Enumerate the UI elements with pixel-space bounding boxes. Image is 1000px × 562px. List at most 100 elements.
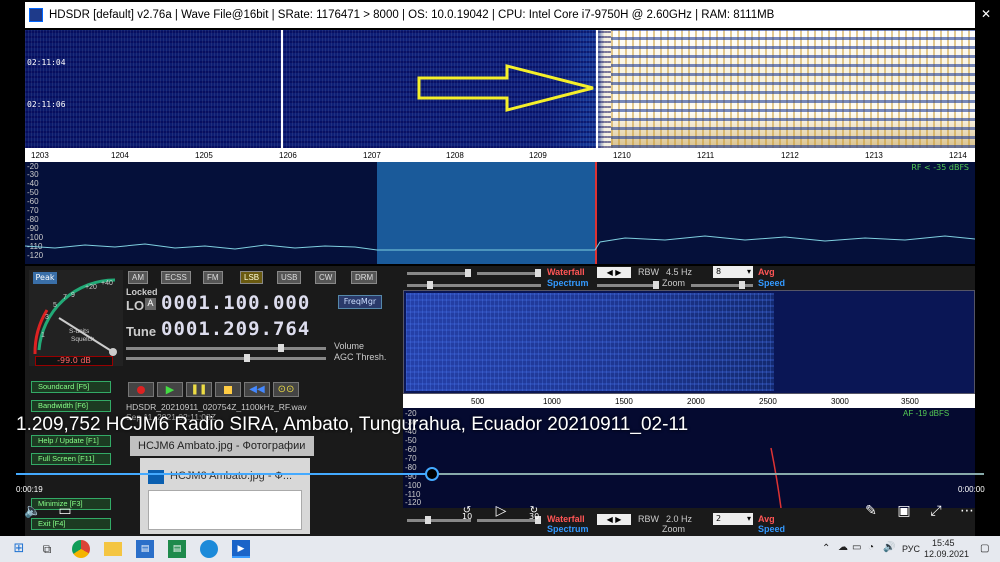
waterfall-marker xyxy=(281,30,283,148)
scale-label: 1208 xyxy=(446,151,464,160)
loop-button[interactable]: ⊙⊙ xyxy=(273,382,299,397)
af-frequency-scale[interactable]: 500 1000 1500 2000 2500 3000 3500 xyxy=(403,394,975,408)
af2-arrow-buttons[interactable]: ◀ ▶ xyxy=(597,514,631,525)
rewind-button[interactable]: ◀◀ xyxy=(244,382,270,397)
more-options-icon[interactable]: ⋯ xyxy=(956,502,978,520)
minimize-button[interactable]: — xyxy=(900,2,928,26)
notifications-icon[interactable]: ▢ xyxy=(980,543,989,554)
edit-pencil-icon[interactable]: ✎ xyxy=(860,502,882,520)
rewind-icon: ◀◀ xyxy=(249,384,265,395)
spreadsheet-icon[interactable]: ▤ xyxy=(168,540,186,558)
fullscreen-expand-icon[interactable]: ⤢ xyxy=(925,502,947,520)
speaker-icon[interactable]: 🔊 xyxy=(883,542,895,553)
tune-frequency[interactable]: 0001.209.764 xyxy=(161,318,310,340)
mode-drm-button[interactable]: DRM xyxy=(351,271,378,284)
af-slider[interactable] xyxy=(691,281,753,289)
taskbar-time[interactable]: 15:45 xyxy=(932,538,955,548)
mode-fm-button[interactable]: FM xyxy=(203,271,223,284)
windows-taskbar: ⊞ ⧉ ▤ ▤ ▶ ⌃ ☁ ▭ ◔ 🔊 РУС 15:45 12.09.2021… xyxy=(0,536,1000,562)
scale-label: 1214 xyxy=(949,151,967,160)
photos-preview-thumbnail xyxy=(148,490,302,530)
network-icon[interactable]: ◔ xyxy=(868,542,874,553)
pause-icon: ❚❚ xyxy=(190,384,208,395)
frequency-scale[interactable]: 1203 1204 1205 1206 1207 1208 1209 1210 … xyxy=(25,148,975,162)
af-waterfall[interactable] xyxy=(403,290,975,394)
pause-button[interactable]: ❚❚ xyxy=(186,382,212,397)
af-slider[interactable] xyxy=(407,269,471,277)
photos-preview-title: HCJM6 Ambato.jpg - Ф... xyxy=(170,470,293,482)
volume-label: Volume xyxy=(334,341,365,351)
af-avg-dropdown-value: 8 xyxy=(716,267,722,276)
fullscreen-button[interactable]: Full Screen [F11] xyxy=(31,453,111,465)
close-button[interactable]: ✕ xyxy=(972,2,1000,26)
s-scale-label: +40 xyxy=(101,280,113,287)
window-titlebar: HDSDR [default] v2.76a | Wave File@16bit… xyxy=(25,2,975,28)
mini-view-icon[interactable]: ▣ xyxy=(893,502,915,520)
af2-avg-label: Avg xyxy=(758,514,775,524)
s-scale-label: 5 xyxy=(53,302,57,309)
help-update-button[interactable]: Help / Update [F1] xyxy=(31,435,111,447)
stop-icon xyxy=(224,386,232,394)
af-scale-label: 3500 xyxy=(901,397,919,406)
tray-chevron-up-icon[interactable]: ⌃ xyxy=(822,543,830,554)
af-rbw-value: 4.5 Hz xyxy=(666,267,693,277)
hdsdr-app-icon xyxy=(29,8,43,22)
video-elapsed-time: 0:00:19 xyxy=(16,485,43,494)
s-scale-label: 1 xyxy=(41,332,45,339)
af-scale-label: 500 xyxy=(471,397,485,406)
af-signal xyxy=(406,293,774,391)
tune-label: Tune xyxy=(126,324,157,339)
volume-slider[interactable] xyxy=(126,344,326,352)
af-waterfall-label: Waterfall xyxy=(547,267,585,277)
mode-lsb-button[interactable]: LSB xyxy=(240,271,264,284)
edge-icon[interactable] xyxy=(200,540,218,558)
file-explorer-icon[interactable] xyxy=(104,542,122,556)
record-button[interactable] xyxy=(128,382,154,397)
af-zoom-label: Zoom xyxy=(662,278,686,288)
movies-tv-icon[interactable]: ▶ xyxy=(232,540,250,558)
af2-avg-dropdown[interactable]: 2 ▾ xyxy=(713,513,753,525)
af-slider[interactable] xyxy=(407,281,541,289)
freqmgr-button[interactable]: FreqMgr xyxy=(338,295,382,309)
maximize-button[interactable]: ☐ xyxy=(942,2,970,26)
photos-window-preview[interactable]: HCJM6 Ambato.jpg - Ф... xyxy=(140,458,310,534)
battery-icon[interactable]: ▭ xyxy=(852,542,861,553)
stop-button[interactable] xyxy=(215,382,241,397)
scale-label: 1211 xyxy=(697,151,715,160)
chrome-icon[interactable] xyxy=(72,540,90,558)
skip-forward-button[interactable]: ↻ 30 xyxy=(523,502,545,521)
taskbar-date[interactable]: 12.09.2021 xyxy=(924,549,969,559)
bandwidth-button[interactable]: Bandwidth [F6] xyxy=(31,400,111,412)
play-button[interactable]: ▶ xyxy=(157,382,183,397)
photos-window-tab[interactable]: HCJM6 Ambato.jpg - Фотографии xyxy=(130,436,314,456)
af-avg-dropdown[interactable]: 8 ▾ xyxy=(713,266,753,278)
language-indicator[interactable]: РУС xyxy=(902,544,920,554)
mode-ecss-button[interactable]: ECSS xyxy=(161,271,191,284)
af-slider[interactable] xyxy=(597,281,659,289)
lo-a-button[interactable]: A xyxy=(145,298,156,310)
mode-cw-button[interactable]: CW xyxy=(315,271,337,284)
captions-icon[interactable]: ▭ xyxy=(54,502,76,520)
word-doc-icon[interactable]: ▤ xyxy=(136,540,154,558)
skip-forward-seconds: 30 xyxy=(529,512,540,521)
rf-spectrum[interactable]: -20 -30 -40 -50 -60 -70 -80 -90 -100 -11… xyxy=(25,162,975,264)
af-arrow-buttons[interactable]: ◀ ▶ xyxy=(597,267,631,278)
soundcard-button[interactable]: Soundcard [F5] xyxy=(31,381,111,393)
skip-back-button[interactable]: ↺ 10 xyxy=(456,502,478,521)
task-view-icon[interactable]: ⧉ xyxy=(38,540,56,558)
af-slider[interactable] xyxy=(477,269,541,277)
signal-burst xyxy=(611,30,975,148)
mode-usb-button[interactable]: USB xyxy=(277,271,302,284)
skip-back-seconds: 10 xyxy=(462,512,473,521)
lo-frequency[interactable]: 0001.100.000 xyxy=(161,292,310,314)
af-spectrum-label: Spectrum xyxy=(547,278,589,288)
agc-slider[interactable] xyxy=(126,354,326,362)
mode-am-button[interactable]: AM xyxy=(128,271,148,284)
rf-waterfall[interactable]: 02:11:04 02:11:06 xyxy=(25,30,975,148)
loop-icon: ⊙⊙ xyxy=(277,384,295,395)
windows-start-icon[interactable]: ⊞ xyxy=(10,540,28,558)
cloud-icon[interactable]: ☁ xyxy=(838,542,848,553)
volume-icon[interactable]: 🔈 xyxy=(22,502,44,520)
play-pause-button[interactable]: ▷ xyxy=(490,502,512,520)
af-rbw-label: RBW xyxy=(638,267,659,277)
